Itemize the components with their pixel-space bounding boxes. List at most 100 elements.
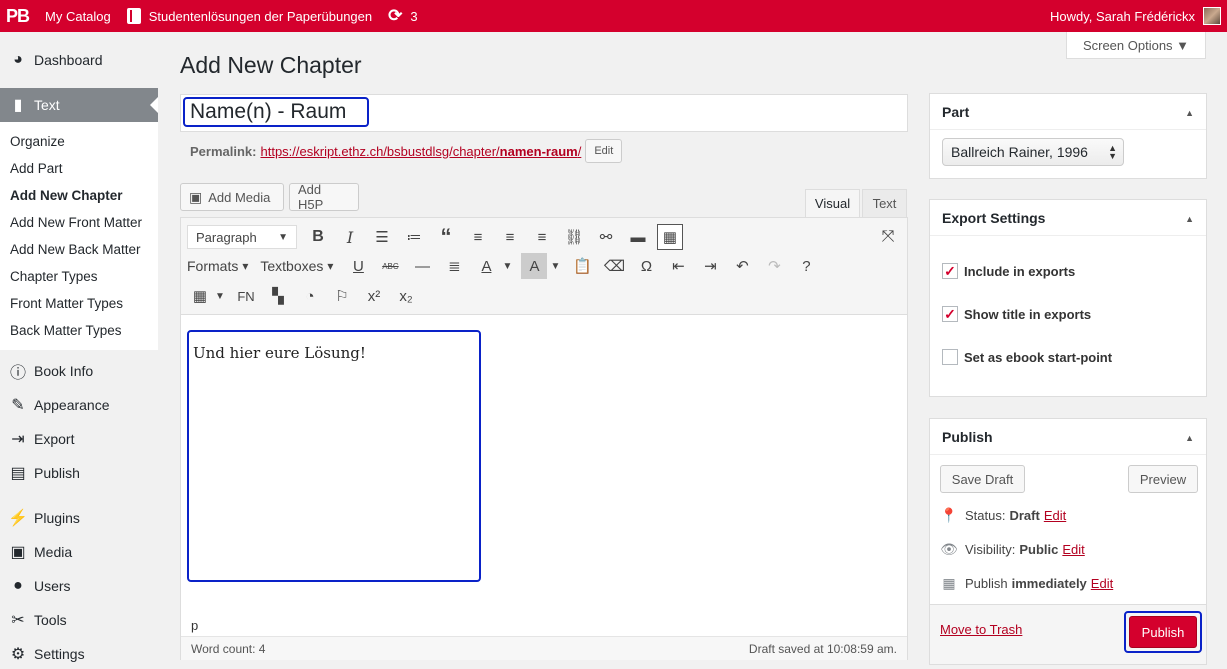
- bullet-list-icon[interactable]: ☰: [369, 224, 395, 250]
- italic-icon[interactable]: I: [337, 224, 363, 250]
- submenu-item-back-matter-types[interactable]: Back Matter Types: [0, 317, 158, 344]
- sidebar-item-dashboard[interactable]: ◕ Dashboard: [0, 43, 158, 77]
- help-icon[interactable]: ?: [793, 253, 819, 279]
- publish-box-header[interactable]: Publish ▲: [930, 419, 1206, 455]
- submenu-item-add-back-matter[interactable]: Add New Back Matter: [0, 236, 158, 263]
- my-catalog-link[interactable]: My Catalog: [37, 0, 119, 32]
- publish-time-label: Publish: [965, 576, 1008, 591]
- paste-text-icon[interactable]: 📋: [569, 253, 595, 279]
- editor-content-area[interactable]: Und hier eure Lösung!: [187, 330, 481, 582]
- tab-visual[interactable]: Visual: [805, 189, 860, 217]
- text-color-icon[interactable]: A: [473, 253, 499, 279]
- permalink-edit-button[interactable]: Edit: [585, 139, 623, 163]
- visibility-label: Visibility:: [965, 542, 1016, 557]
- avatar[interactable]: [1203, 7, 1221, 25]
- formats-dropdown[interactable]: Formats: [187, 258, 248, 274]
- chevron-down-icon[interactable]: ▼: [213, 283, 227, 309]
- sidebar-item-appearance[interactable]: ✎ Appearance: [0, 388, 158, 422]
- bold-icon[interactable]: B: [305, 224, 331, 250]
- read-more-icon[interactable]: ▬: [625, 224, 651, 250]
- blockquote-icon[interactable]: “: [433, 224, 459, 250]
- ebook-start-checkbox[interactable]: [942, 349, 958, 365]
- show-title-checkbox[interactable]: ✓: [942, 306, 958, 322]
- textboxes-dropdown[interactable]: Textboxes: [260, 258, 333, 274]
- part-box-header[interactable]: Part ▲: [930, 94, 1206, 130]
- status-edit-link[interactable]: Edit: [1044, 508, 1066, 523]
- numbered-list-icon[interactable]: ≔: [401, 224, 427, 250]
- updates-link[interactable]: ⟳ 3: [380, 0, 425, 32]
- formats-label: Formats: [187, 258, 239, 274]
- collapse-icon[interactable]: ▲: [1185, 214, 1194, 224]
- fullscreen-icon[interactable]: ⤧: [875, 224, 901, 250]
- underline-icon[interactable]: U: [345, 253, 371, 279]
- part-box: Part ▲ Ballreich Rainer, 1996 ▲ ▼: [929, 93, 1207, 179]
- wrench-icon: ✂: [11, 612, 25, 629]
- omega-icon[interactable]: Ω: [633, 253, 659, 279]
- howdy-user-link[interactable]: Howdy, Sarah Frédérickx: [1050, 9, 1195, 24]
- include-in-exports-checkbox[interactable]: ✓: [942, 263, 958, 279]
- export-settings-header[interactable]: Export Settings ▲: [930, 200, 1206, 236]
- move-to-trash-link[interactable]: Move to Trash: [940, 622, 1022, 637]
- book-title-link[interactable]: Studentenlösungen der Paperübungen: [119, 0, 380, 32]
- part-select[interactable]: Ballreich Rainer, 1996 ▲ ▼: [942, 138, 1124, 166]
- align-right-icon[interactable]: ≡: [529, 224, 555, 250]
- footnote-button[interactable]: FN: [233, 283, 259, 309]
- bookmark-icon[interactable]: ⚐: [329, 283, 355, 309]
- submenu-item-add-front-matter[interactable]: Add New Front Matter: [0, 209, 158, 236]
- strikethrough-icon[interactable]: ABC: [377, 253, 403, 279]
- sidebar-item-media[interactable]: ▣ Media: [0, 535, 158, 569]
- sidebar-item-users[interactable]: ● Users: [0, 569, 158, 603]
- align-left-icon[interactable]: ≡: [465, 224, 491, 250]
- submenu-item-add-new-chapter[interactable]: Add New Chapter: [0, 182, 158, 209]
- chevron-down-icon[interactable]: ▼: [547, 253, 563, 279]
- permalink-url[interactable]: https://eskript.ethz.ch/bsbustdlsg/chapt…: [260, 144, 581, 159]
- word-count: Word count: 4: [191, 641, 266, 656]
- outdent-icon[interactable]: ⇤: [665, 253, 691, 279]
- sidebar-item-publish[interactable]: ▤ Publish: [0, 456, 158, 490]
- save-draft-button[interactable]: Save Draft: [940, 465, 1025, 493]
- link-icon[interactable]: ⛓: [561, 224, 587, 250]
- paragraph-format-select[interactable]: Paragraph ▼: [187, 225, 297, 249]
- publish-time-edit-link[interactable]: Edit: [1091, 576, 1113, 591]
- tab-text[interactable]: Text: [862, 189, 907, 217]
- submenu-item-chapter-types[interactable]: Chapter Types: [0, 263, 158, 290]
- element-path[interactable]: p: [191, 618, 198, 633]
- table-icon[interactable]: ▦: [187, 283, 213, 309]
- redo-icon[interactable]: ↷: [761, 253, 787, 279]
- unlink-icon[interactable]: ⚯: [593, 224, 619, 250]
- publish-button[interactable]: Publish: [1129, 616, 1197, 648]
- subscript-icon[interactable]: x₂: [393, 283, 419, 309]
- collapse-icon[interactable]: ▲: [1185, 108, 1194, 118]
- submenu-item-front-matter-types[interactable]: Front Matter Types: [0, 290, 158, 317]
- indent-icon[interactable]: ⇥: [697, 253, 723, 279]
- submenu-item-organize[interactable]: Organize: [0, 128, 158, 155]
- grid-icon[interactable]: ▚: [265, 283, 291, 309]
- ebook-start-row: Set as ebook start-point: [942, 349, 1112, 365]
- chevron-down-icon[interactable]: ▼: [499, 253, 515, 279]
- background-color-icon[interactable]: A: [521, 253, 548, 279]
- sidebar-item-tools[interactable]: ✂ Tools: [0, 603, 158, 637]
- submenu-item-add-part[interactable]: Add Part: [0, 155, 158, 182]
- clear-formatting-icon[interactable]: ⌫: [601, 253, 627, 279]
- justify-icon[interactable]: ≣: [441, 253, 467, 279]
- preview-button[interactable]: Preview: [1128, 465, 1198, 493]
- add-h5p-button[interactable]: Add H5P: [289, 182, 359, 212]
- align-center-icon[interactable]: ≡: [497, 224, 523, 250]
- toolbar-toggle-icon[interactable]: ▦: [657, 224, 683, 250]
- horizontal-line-icon[interactable]: —: [409, 253, 435, 279]
- visibility-edit-link[interactable]: Edit: [1062, 542, 1084, 557]
- sidebar-item-export[interactable]: ⇥ Export: [0, 422, 158, 456]
- pie-chart-icon[interactable]: ◔: [297, 283, 323, 309]
- superscript-icon[interactable]: x²: [361, 283, 387, 309]
- sidebar-item-text[interactable]: ▮ Text: [0, 88, 158, 122]
- add-media-button[interactable]: ▣ Add Media: [180, 183, 284, 211]
- sidebar-item-plugins[interactable]: ⚡ Plugins: [0, 501, 158, 535]
- sidebar-item-settings[interactable]: ⚙ Settings: [0, 637, 158, 669]
- undo-icon[interactable]: ↶: [729, 253, 755, 279]
- sidebar-item-book-info[interactable]: ⓘ Book Info: [0, 354, 158, 388]
- include-in-exports-row: ✓ Include in exports: [942, 263, 1075, 279]
- pressbooks-logo[interactable]: PB: [0, 0, 37, 32]
- collapse-icon[interactable]: ▲: [1185, 433, 1194, 443]
- chapter-title-input[interactable]: Name(n) - Raum: [183, 97, 369, 127]
- screen-options-button[interactable]: Screen Options ▼: [1066, 32, 1206, 59]
